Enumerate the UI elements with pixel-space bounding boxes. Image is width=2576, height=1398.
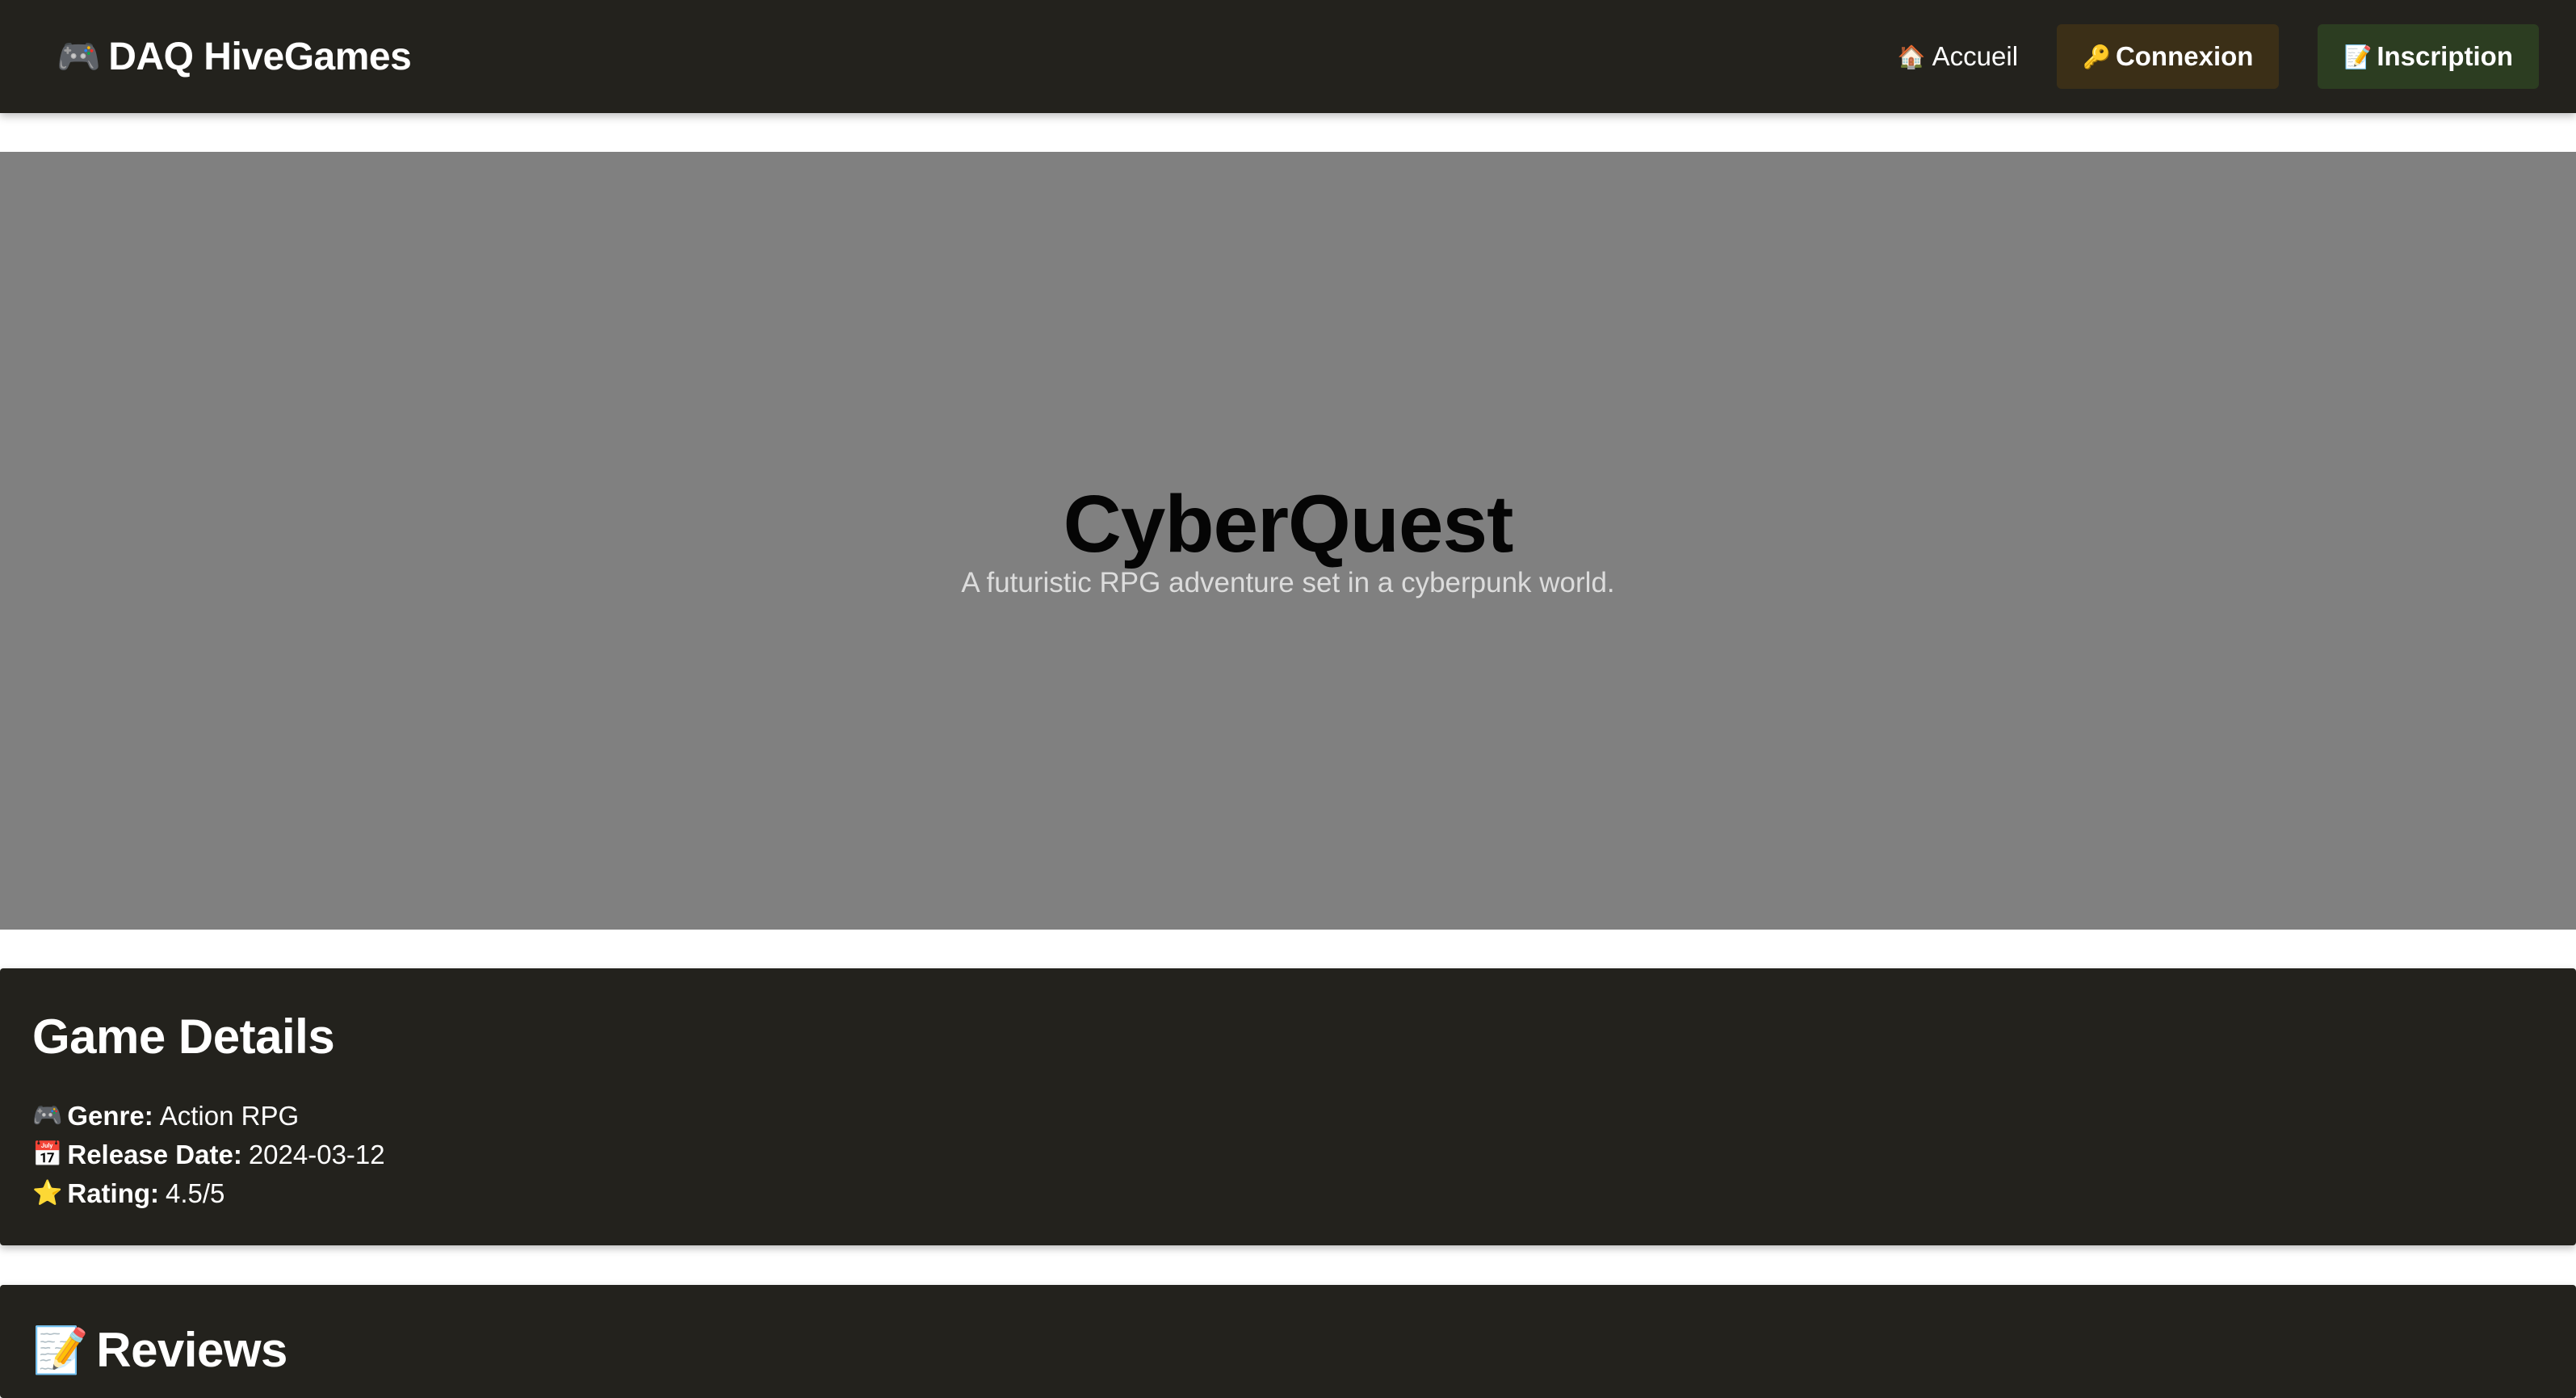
game-title: CyberQuest	[1063, 479, 1514, 569]
signup-button-label: Inscription	[2377, 41, 2513, 71]
detail-genre: 🎮 Genre: Action RPG	[32, 1097, 2544, 1136]
details-list: 🎮 Genre: Action RPG 📅 Release Date: 2024…	[32, 1097, 2544, 1213]
house-icon: 🏠	[1897, 44, 1926, 69]
signup-button[interactable]: 📝 Inscription	[2318, 24, 2539, 89]
detail-rating: ⭐ Rating: 4.5/5	[32, 1174, 2544, 1213]
detail-value: Action RPG	[159, 1101, 300, 1131]
reviews-heading: 📝 Reviews	[32, 1322, 2544, 1378]
game-hero-banner: CyberQuest A futuristic RPG adventure se…	[0, 152, 2576, 930]
game-details-card: Game Details 🎮 Genre: Action RPG 📅 Relea…	[0, 968, 2576, 1245]
memo-icon: 📝	[32, 1324, 89, 1375]
detail-value: 4.5/5	[166, 1178, 225, 1208]
detail-label: Rating:	[67, 1178, 160, 1208]
detail-release-date: 📅 Release Date: 2024-03-12	[32, 1136, 2544, 1174]
top-navbar: 🎮 DAQ HiveGames 🏠 Accueil 🔑 Connexion 📝 …	[0, 0, 2576, 113]
star-icon: ⭐	[32, 1180, 63, 1207]
gamepad-icon: 🎮	[57, 37, 101, 77]
memo-icon: 📝	[2343, 44, 2373, 69]
brand-name: DAQ HiveGames	[108, 35, 412, 78]
game-tagline: A futuristic RPG adventure set in a cybe…	[961, 567, 1615, 598]
site-brand[interactable]: 🎮 DAQ HiveGames	[57, 35, 412, 79]
gamepad-icon: 🎮	[32, 1102, 63, 1129]
section-heading: Reviews	[96, 1323, 287, 1377]
login-button-label: Connexion	[2115, 41, 2254, 71]
calendar-icon: 📅	[32, 1141, 63, 1168]
key-icon: 🔑	[2083, 44, 2111, 69]
nav-link-label: Accueil	[1932, 41, 2019, 71]
detail-value: 2024-03-12	[248, 1140, 385, 1169]
detail-label: Release Date:	[67, 1140, 242, 1169]
nav-link-accueil[interactable]: 🏠 Accueil	[1898, 41, 2018, 72]
login-button[interactable]: 🔑 Connexion	[2057, 24, 2280, 89]
section-heading: Game Details	[32, 1010, 335, 1064]
nav-actions: 🏠 Accueil 🔑 Connexion 📝 Inscription	[1898, 24, 2539, 89]
reviews-card: 📝 Reviews	[0, 1285, 2576, 1398]
detail-label: Genre:	[67, 1101, 153, 1131]
